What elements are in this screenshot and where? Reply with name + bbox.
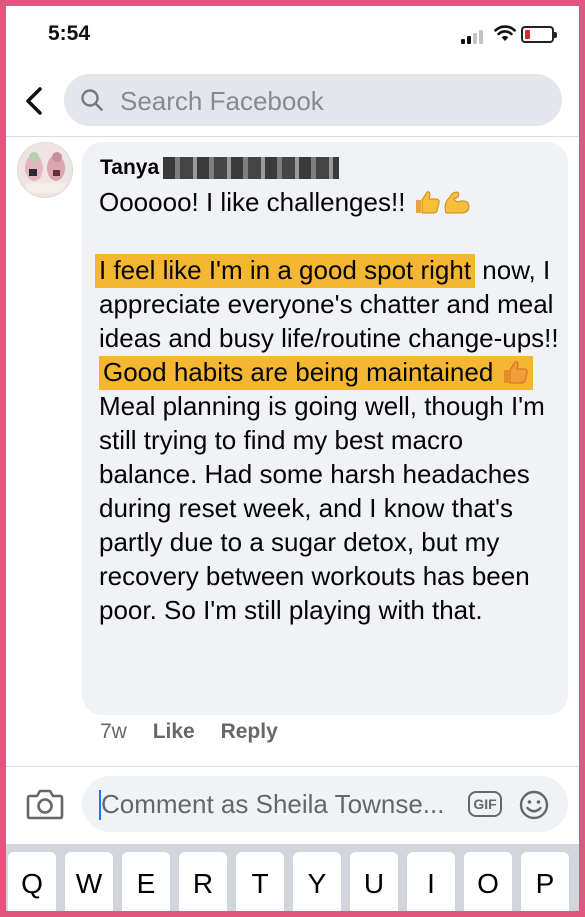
back-icon[interactable] xyxy=(20,84,48,118)
key-r[interactable]: R xyxy=(179,852,227,911)
screen: 5:54 Search Facebook Tanya Oooooo! I lik… xyxy=(6,6,579,911)
key-t[interactable]: T xyxy=(236,852,284,911)
comment-composer[interactable]: GIF xyxy=(82,776,568,832)
highlight-2-text-cont: maintained xyxy=(366,357,501,387)
comment-timestamp: 7w xyxy=(100,720,127,743)
highlight-2: Good habits are being maintained xyxy=(99,356,533,390)
comment-input[interactable] xyxy=(101,789,451,819)
key-o[interactable]: O xyxy=(464,852,512,911)
composer-divider xyxy=(6,766,579,767)
header-divider xyxy=(6,136,579,137)
comment-text: Oooooo! I like challenges!! I feel like … xyxy=(95,185,559,627)
gif-button[interactable]: GIF xyxy=(468,791,502,817)
comment-bubble: Tanya Oooooo! I like challenges!! I feel… xyxy=(82,142,568,715)
key-q[interactable]: Q xyxy=(8,852,56,911)
flexed-biceps-icon xyxy=(444,191,470,214)
camera-icon[interactable] xyxy=(26,787,64,821)
comment-paragraph-3: Meal planning is going well, though I'm … xyxy=(99,391,545,625)
search-input[interactable] xyxy=(120,87,540,115)
comment-author-name[interactable]: Tanya xyxy=(100,156,159,179)
cellular-signal-icon xyxy=(461,28,487,44)
key-i[interactable]: I xyxy=(407,852,455,911)
avatar[interactable] xyxy=(17,142,73,198)
comment-line-1: Oooooo! I like challenges!! xyxy=(99,185,559,219)
avatar-image xyxy=(18,143,72,197)
search-icon xyxy=(81,89,103,111)
wifi-icon xyxy=(494,25,516,41)
emoji-smiley-icon[interactable] xyxy=(518,789,550,821)
key-u[interactable]: U xyxy=(350,852,398,911)
highlight-2-text: Good habits are being xyxy=(103,357,359,387)
key-w[interactable]: W xyxy=(65,852,113,911)
comment-meta: 7w Like Reply xyxy=(100,720,298,744)
status-bar: 5:54 xyxy=(6,6,579,64)
battery-icon xyxy=(521,26,557,43)
like-button[interactable]: Like xyxy=(153,720,195,743)
redacted-surname xyxy=(163,157,340,179)
key-e[interactable]: E xyxy=(122,852,170,911)
comment-line-1-text: Oooooo! I like challenges!! xyxy=(99,187,413,217)
thumbs-up-icon xyxy=(503,361,528,384)
key-y[interactable]: Y xyxy=(293,852,341,911)
keyboard: Q W E R T Y U I O P xyxy=(6,844,579,911)
key-p[interactable]: P xyxy=(521,852,569,911)
highlight-1: I feel like I'm in a good spot right xyxy=(95,254,476,288)
comment-paragraph-2: I feel like I'm in a good spot right now… xyxy=(95,253,559,390)
reply-button[interactable]: Reply xyxy=(221,720,278,743)
status-time: 5:54 xyxy=(48,22,91,45)
thumbs-up-icon xyxy=(415,191,440,214)
search-bar[interactable] xyxy=(64,74,562,126)
comment-author-row: Tanya xyxy=(100,156,340,182)
